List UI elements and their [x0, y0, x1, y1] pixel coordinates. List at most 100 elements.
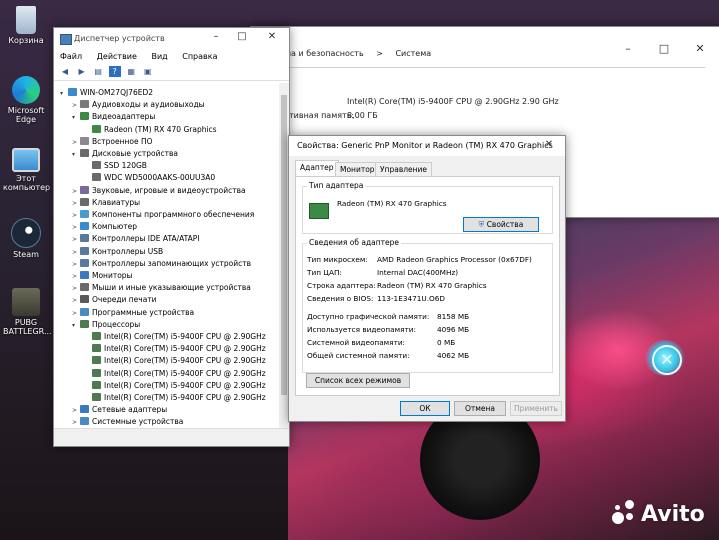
breadcrumb-item[interactable]: Система — [395, 49, 431, 58]
minimize-icon[interactable]: – — [610, 42, 646, 55]
breadcrumb-separator: > — [376, 49, 383, 58]
tab-adapter[interactable]: Адаптер — [295, 160, 339, 177]
chevron-right-icon[interactable]: > — [72, 417, 80, 428]
tree-item[interactable]: > Мыши и иные указывающие устройства — [72, 282, 251, 294]
storage-controller-icon — [80, 258, 89, 267]
desktop-icon-steam[interactable]: Steam — [0, 218, 52, 259]
help-icon[interactable]: ? — [108, 66, 121, 77]
chevron-down-icon[interactable]: ▾ — [72, 112, 80, 124]
desktop-icon-pubg[interactable]: PUBG BATTLEGR... — [0, 288, 52, 336]
title-bar[interactable]: Диспетчер устройств – □ ✕ — [54, 28, 289, 50]
desktop-icon-computer[interactable]: Этот компьютер — [0, 148, 52, 192]
tree-item[interactable]: > Звуковые, игровые и видеоустройства — [72, 185, 246, 197]
chevron-right-icon[interactable]: > — [72, 198, 80, 210]
edge-icon — [12, 76, 40, 104]
chevron-right-icon[interactable]: > — [72, 247, 80, 259]
tree-item[interactable]: WDC WD5000AAKS-00UU3A0 — [84, 172, 215, 184]
printer-icon — [80, 295, 89, 304]
chevron-right-icon[interactable]: > — [72, 295, 80, 307]
usb-icon — [80, 246, 89, 255]
minimize-icon[interactable]: – — [204, 31, 228, 42]
tree-item[interactable]: Intel(R) Core(TM) i5-9400F CPU @ 2.90GHz — [84, 392, 266, 404]
tree-item[interactable]: > Сетевые адаптеры — [72, 404, 167, 416]
tree-item[interactable]: > Мониторы — [72, 270, 132, 282]
horizontal-scrollbar[interactable] — [54, 428, 289, 446]
maximize-icon[interactable]: □ — [646, 42, 682, 55]
menu-view[interactable]: Вид — [151, 50, 167, 64]
tab-color-management[interactable]: Управление цветом — [375, 162, 433, 187]
tree-item[interactable]: Intel(R) Core(TM) i5-9400F CPU @ 2.90GHz — [84, 331, 266, 343]
close-icon[interactable]: ✕ — [682, 42, 718, 55]
properties-icon[interactable]: ▤ — [92, 66, 104, 77]
chevron-right-icon[interactable]: > — [72, 308, 80, 320]
tree-item[interactable]: > Очереди печати — [72, 294, 157, 306]
close-icon[interactable]: ✕ — [537, 139, 561, 150]
chevron-right-icon[interactable]: > — [72, 186, 80, 198]
breadcrumb-item[interactable]: ма и безопасность — [285, 49, 364, 58]
tree-item-label: Контроллеры запоминающих устройств — [92, 258, 252, 268]
tree-item-label: Intel(R) Core(TM) i5-9400F CPU @ 2.90GHz — [104, 380, 266, 390]
tree-item-label: Встроенное ПО — [92, 136, 153, 146]
desktop-icon-recycle-bin[interactable]: Корзина — [0, 6, 52, 45]
tree-item[interactable]: ▾ Видеоадаптеры — [72, 111, 155, 123]
tree-item[interactable]: Intel(R) Core(TM) i5-9400F CPU @ 2.90GHz — [84, 343, 266, 355]
divider — [285, 67, 705, 68]
apply-button[interactable]: Применить — [510, 401, 562, 416]
tree-item-label: Intel(R) Core(TM) i5-9400F CPU @ 2.90GHz — [104, 332, 266, 341]
tree-item[interactable]: Intel(R) Core(TM) i5-9400F CPU @ 2.90GHz — [84, 355, 266, 367]
tree-item[interactable]: > Контроллеры IDE ATA/ATAPI — [72, 233, 200, 245]
chevron-down-icon[interactable]: ▾ — [72, 320, 80, 332]
chevron-right-icon[interactable]: > — [72, 222, 80, 234]
scrollbar-thumb[interactable] — [281, 95, 287, 395]
chevron-right-icon[interactable]: > — [72, 234, 80, 246]
list-all-modes-button[interactable]: Список всех режимов — [306, 373, 410, 388]
tree-item[interactable]: > Компоненты программного обеспечения — [72, 209, 254, 221]
memory-value: 4062 МБ — [437, 351, 470, 360]
tree-item[interactable]: SSD 120GB — [84, 160, 147, 172]
tree-item[interactable]: > Контроллеры запоминающих устройств — [72, 258, 251, 270]
tree-item[interactable]: > Контроллеры USB — [72, 246, 163, 258]
info-label: Сведения о BIOS: — [307, 294, 374, 303]
chevron-right-icon[interactable]: > — [72, 259, 80, 271]
dialog-title-bar[interactable]: Свойства: Generic PnP Monitor и Radeon (… — [289, 136, 565, 156]
tree-item[interactable]: Radeon (TM) RX 470 Graphics — [84, 124, 217, 136]
forward-icon[interactable]: ▶ — [76, 66, 88, 77]
desktop-icon-edge[interactable]: Microsoft Edge — [0, 76, 52, 124]
tab-monitor[interactable]: Монитор — [335, 162, 380, 176]
device-tree: ▾ WIN-OM27QJ76ED2 > Аудиовходы и аудиовыход… — [54, 83, 278, 428]
tree-item[interactable]: ▾ Процессоры — [72, 319, 140, 331]
menu-action[interactable]: Действие — [97, 50, 137, 64]
tree-item[interactable]: ▾ WIN-OM27QJ76ED2 — [60, 87, 153, 99]
adapter-type-group: Тип адаптера Radeon (TM) RX 470 Graphics… — [302, 181, 553, 234]
ok-button[interactable]: ОК — [400, 401, 450, 416]
chevron-down-icon[interactable]: ▾ — [60, 88, 68, 100]
tree-item[interactable]: > Программные устройства — [72, 307, 194, 319]
tree-item[interactable]: > Аудиовходы и аудиовыходы — [72, 99, 205, 111]
tree-item[interactable]: ▾ Дисковые устройства — [72, 148, 178, 160]
tree-item[interactable]: > Компьютер — [72, 221, 137, 233]
scan-hardware-icon[interactable]: ▣ — [142, 66, 154, 77]
menu-help[interactable]: Справка — [182, 50, 217, 64]
adapter-properties-button[interactable]: ⛨ Свойства — [463, 217, 539, 232]
maximize-icon[interactable]: □ — [230, 31, 254, 42]
view-icon[interactable]: ▦ — [125, 66, 137, 77]
tree-item-label: WDC WD5000AAKS-00UU3A0 — [104, 173, 216, 183]
chevron-right-icon[interactable]: > — [72, 210, 80, 222]
computer-icon — [68, 88, 77, 96]
tree-item[interactable]: > Встроенное ПО — [72, 136, 153, 148]
chevron-down-icon[interactable]: ▾ — [72, 149, 80, 161]
chevron-right-icon[interactable]: > — [72, 405, 80, 417]
tree-item[interactable]: Intel(R) Core(TM) i5-9400F CPU @ 2.90GHz — [84, 380, 266, 392]
processor-value: Intel(R) Core(TM) i5-9400F CPU @ 2.90GHz… — [347, 97, 559, 106]
chevron-right-icon[interactable]: > — [72, 271, 80, 283]
tree-item[interactable]: Intel(R) Core(TM) i5-9400F CPU @ 2.90GHz — [84, 368, 266, 380]
chevron-right-icon[interactable]: > — [72, 100, 80, 112]
tree-item[interactable]: > Системные устройства — [72, 416, 183, 428]
chevron-right-icon[interactable]: > — [72, 137, 80, 149]
back-icon[interactable]: ◀ — [59, 66, 71, 77]
tree-item[interactable]: > Клавиатуры — [72, 197, 140, 209]
close-icon[interactable]: ✕ — [260, 31, 284, 42]
menu-file[interactable]: Файл — [60, 50, 82, 64]
cancel-button[interactable]: Отмена — [454, 401, 506, 416]
chevron-right-icon[interactable]: > — [72, 283, 80, 295]
